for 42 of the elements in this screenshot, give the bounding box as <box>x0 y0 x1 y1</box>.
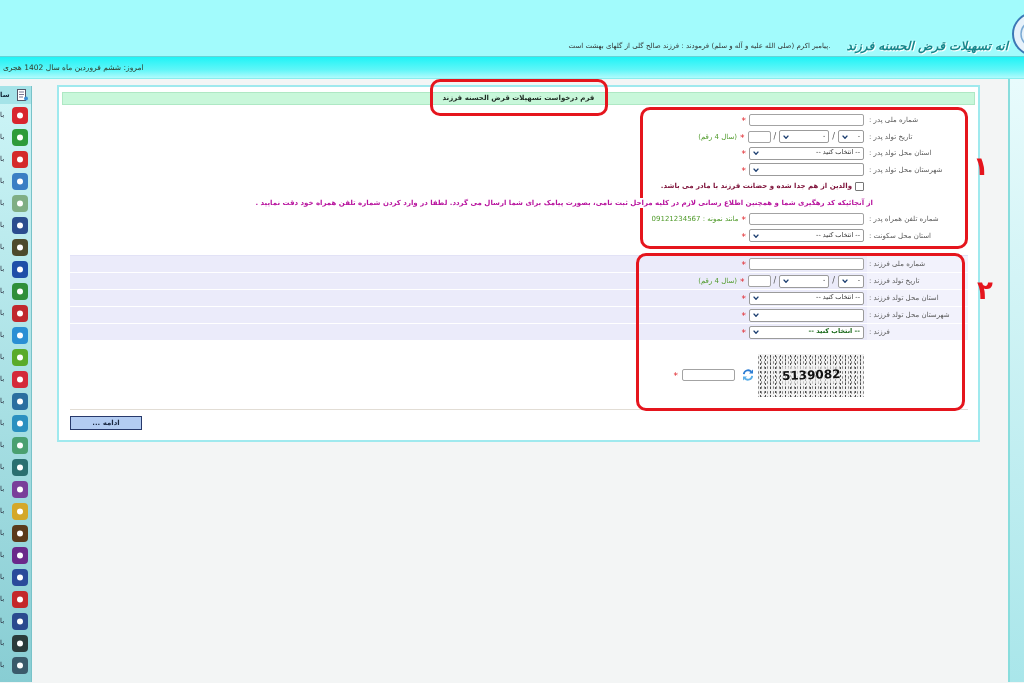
input-field[interactable] <box>749 258 864 270</box>
required-mark: * <box>741 293 746 304</box>
caret-icon <box>783 134 790 139</box>
annotation-number: ۱ <box>973 153 989 179</box>
caret-icon <box>753 296 759 300</box>
caret-icon <box>783 279 790 283</box>
required-mark: * <box>740 131 745 143</box>
emblem-icon <box>1010 12 1024 56</box>
input-field[interactable] <box>749 213 864 226</box>
required-mark: * <box>673 370 678 381</box>
captcha-field[interactable] <box>682 369 735 381</box>
year-field[interactable] <box>747 130 771 143</box>
date-separator: / <box>773 275 777 287</box>
refresh-icon[interactable] <box>742 369 754 381</box>
date-separator: / <box>832 130 835 143</box>
document-icon <box>17 89 28 101</box>
required-mark: * <box>740 276 745 287</box>
date-separator: / <box>773 130 777 143</box>
caret-icon <box>842 279 848 283</box>
required-mark: * <box>741 230 746 242</box>
annotation-number: ۲ <box>977 277 993 303</box>
required-mark: * <box>741 115 746 127</box>
dropdown[interactable] <box>749 308 864 322</box>
required-mark: * <box>741 148 746 160</box>
required-mark: * <box>741 259 746 270</box>
caret-icon <box>753 167 759 172</box>
date-separator: / <box>832 275 835 287</box>
input-field[interactable] <box>749 114 864 127</box>
captcha-code: 5139082 <box>781 365 841 385</box>
dropdown[interactable] <box>749 163 864 177</box>
required-mark: * <box>741 214 746 226</box>
logo-text: انه تسهیلات قرض الحسنه فرزند <box>846 38 1008 55</box>
caret-icon <box>753 313 759 317</box>
caret-icon <box>842 134 848 139</box>
year-field[interactable] <box>747 275 771 287</box>
caret-icon <box>753 151 759 156</box>
checkbox[interactable] <box>855 181 864 191</box>
caret-icon <box>753 233 759 238</box>
required-mark: * <box>741 164 746 176</box>
required-mark: * <box>741 327 746 338</box>
caret-icon <box>753 330 759 334</box>
required-mark: * <box>741 310 746 321</box>
